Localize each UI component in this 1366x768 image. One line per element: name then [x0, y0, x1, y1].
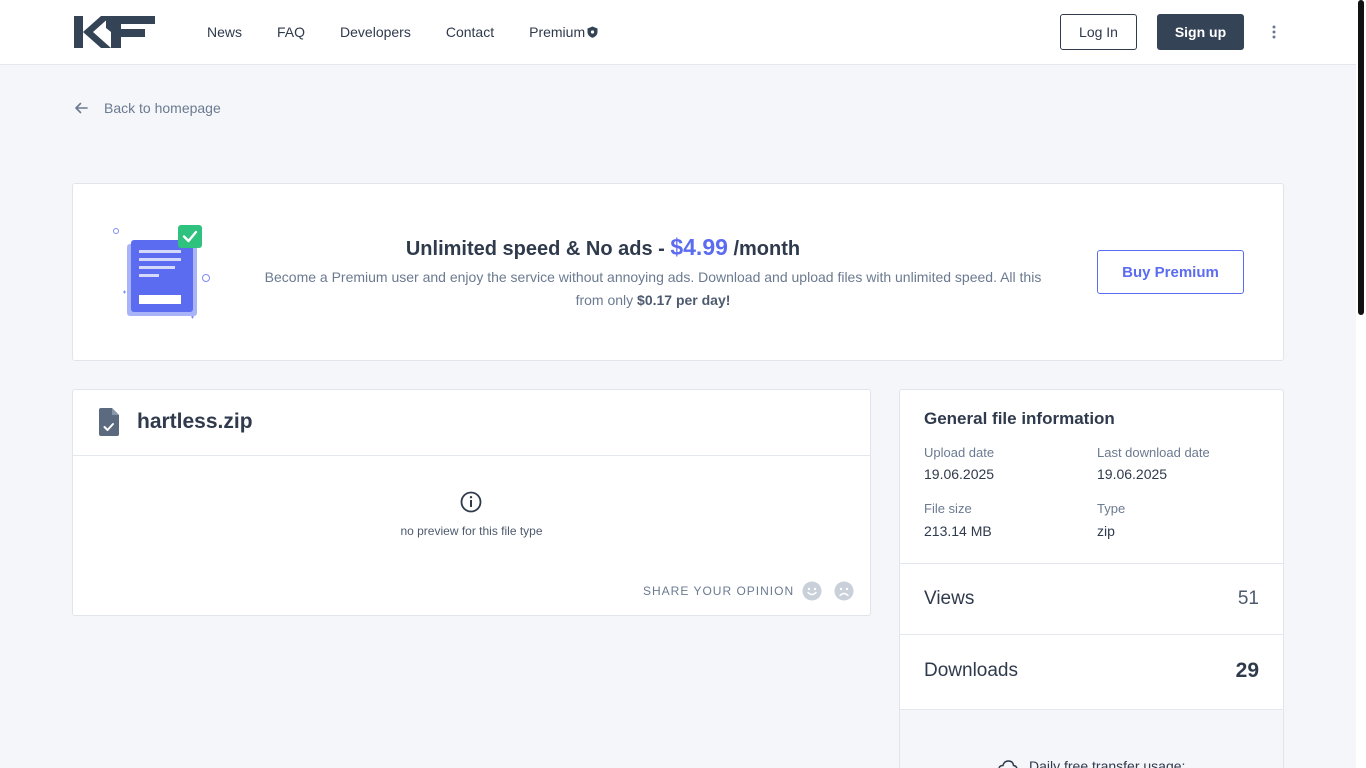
arrow-left-icon: [75, 102, 88, 114]
file-size-value: 213.14 MB: [924, 523, 992, 539]
nav-faq[interactable]: FAQ: [277, 24, 305, 40]
file-header: hartless.zip: [73, 390, 870, 456]
nav-developers[interactable]: Developers: [340, 24, 411, 40]
premium-banner: Unlimited speed & No ads - $4.99 /month …: [72, 183, 1284, 361]
back-to-homepage-link[interactable]: Back to homepage: [73, 100, 221, 116]
daily-transfer-label: Daily free transfer usage:: [1029, 758, 1186, 768]
downloads-count: 29: [1235, 659, 1259, 682]
main-nav: News FAQ Developers Contact Premium: [207, 0, 633, 64]
type-value: zip: [1097, 523, 1115, 539]
nav-contact[interactable]: Contact: [446, 24, 494, 40]
file-check-icon: [99, 408, 119, 436]
premium-headline-prefix: Unlimited speed & No ads -: [405, 238, 671, 260]
buy-premium-button[interactable]: Buy Premium: [1097, 250, 1244, 294]
login-button[interactable]: Log In: [1060, 14, 1137, 50]
back-link-label: Back to homepage: [104, 100, 221, 116]
upload-date-value: 19.06.2025: [924, 466, 995, 482]
premium-document-illustration: [113, 225, 210, 319]
site-logo[interactable]: [73, 14, 155, 50]
upload-date-label: Upload date: [924, 445, 995, 460]
daily-transfer-section: Daily free transfer usage:: [900, 710, 1283, 768]
downloads-label: Downloads: [924, 660, 1018, 681]
info-card-title: General file information: [924, 409, 1115, 428]
premium-headline: Unlimited speed & No ads - $4.99 /month: [253, 234, 953, 261]
file-size-label: File size: [924, 501, 972, 516]
scrollbar-thumb[interactable]: [1358, 0, 1364, 315]
shield-icon: [587, 26, 598, 38]
frown-icon[interactable]: [834, 581, 854, 601]
signup-button[interactable]: Sign up: [1157, 14, 1244, 50]
premium-daily-price: $0.17 per day!: [637, 292, 731, 308]
views-count: 51: [1237, 588, 1259, 609]
share-opinion-label: SHARE YOUR OPINION: [643, 584, 795, 598]
file-name: hartless.zip: [137, 410, 253, 433]
last-download-value: 19.06.2025: [1097, 466, 1168, 482]
divider: [900, 563, 1283, 564]
divider: [900, 634, 1283, 635]
cloud-icon: [998, 760, 1018, 768]
type-label: Type: [1097, 501, 1126, 516]
last-download-label: Last download date: [1097, 445, 1210, 460]
file-preview-card: hartless.zip no preview for this file ty…: [72, 389, 871, 616]
general-file-info-card: General file information Upload date 19.…: [899, 389, 1284, 768]
premium-description: Become a Premium user and enjoy the serv…: [253, 266, 1053, 312]
nav-premium[interactable]: Premium: [529, 24, 598, 40]
info-icon: [460, 491, 482, 513]
no-preview-message: no preview for this file type: [400, 524, 543, 538]
views-label: Views: [924, 588, 975, 609]
nav-premium-label: Premium: [529, 24, 586, 40]
premium-headline-suffix: /month: [727, 238, 801, 260]
top-navigation-bar: News FAQ Developers Contact Premium Log …: [0, 0, 1356, 65]
page-scrollbar[interactable]: [1356, 0, 1366, 768]
more-vertical-icon[interactable]: [1266, 22, 1282, 42]
premium-price: $4.99: [670, 234, 728, 260]
nav-news[interactable]: News: [207, 24, 242, 40]
smile-icon[interactable]: [802, 581, 822, 601]
